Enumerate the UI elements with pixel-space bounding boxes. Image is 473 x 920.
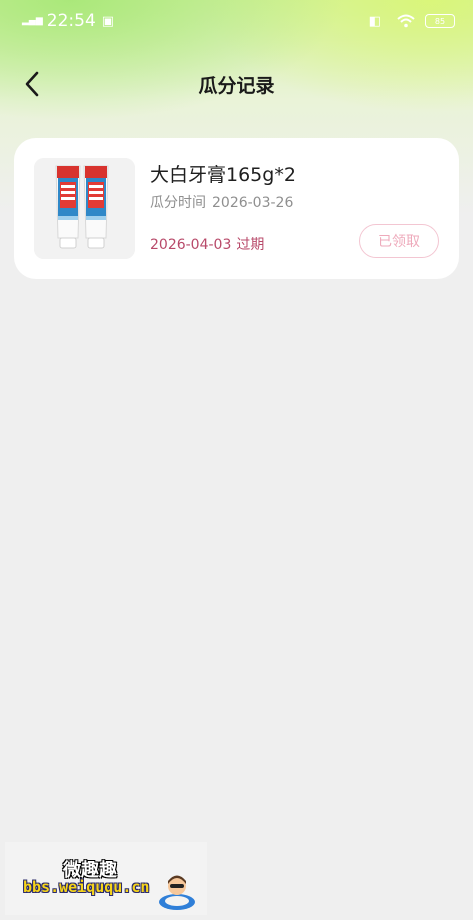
expire-info: 2026-04-03 过期 <box>150 234 264 254</box>
claimed-button[interactable]: 已领取 <box>359 224 439 258</box>
claim-time: 瓜分时间 2026-03-26 <box>150 192 293 212</box>
status-bar: ▂▄▆ 22:54 ▣ ◧ 85 <box>0 0 473 42</box>
page-title: 瓜分记录 <box>198 74 275 97</box>
page-header: 瓜分记录 <box>0 58 473 110</box>
record-card[interactable]: 大白牙膏165g*2 瓜分时间 2026-03-26 2026-04-03 过期 已… <box>14 138 459 279</box>
status-time: 22:54 <box>46 11 96 31</box>
claim-time-label: 瓜分时间 <box>150 195 206 211</box>
screen: ▂▄▆ 22:54 ▣ ◧ 85 瓜分记录 大白牙膏165g*2 瓜分时间 20… <box>0 0 473 920</box>
chevron-left-icon <box>25 71 39 97</box>
expire-date: 2026-04-03 <box>150 237 232 253</box>
expire-label: 过期 <box>236 237 265 253</box>
toothpaste-image <box>34 158 135 259</box>
claim-time-value: 2026-03-26 <box>212 195 294 211</box>
mascot-icon <box>159 875 195 910</box>
back-button[interactable] <box>14 66 50 102</box>
wifi-icon <box>397 14 415 28</box>
notification-icon: ▣ <box>101 13 115 29</box>
watermark-url: bbs.weiququ.cn <box>23 878 150 896</box>
product-name: 大白牙膏165g*2 <box>150 164 296 186</box>
product-image <box>34 158 135 259</box>
battery-level: 85 <box>434 16 446 26</box>
cellular-signal-icon: ▂▄▆ <box>22 15 43 26</box>
watermark-logo: 微趣趣 bbs.weiququ.cn <box>5 842 207 915</box>
vibrate-icon: ◧ <box>368 13 381 29</box>
battery-icon: 85 <box>425 14 455 28</box>
status-right-group: ◧ 85 <box>369 14 455 29</box>
